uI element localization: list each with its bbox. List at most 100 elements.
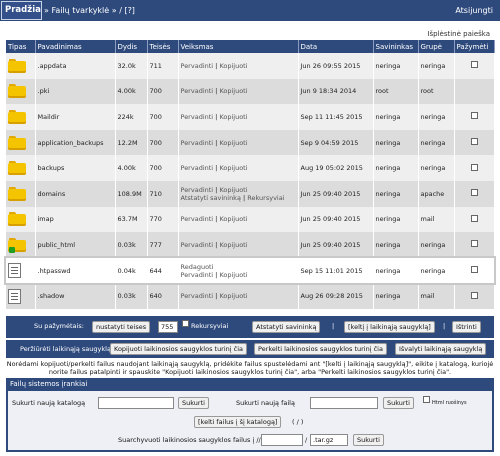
action-link[interactable]: Pervadinti xyxy=(181,113,214,121)
file-name-link[interactable]: public_html xyxy=(35,232,116,258)
action-link[interactable]: Kopijuoti xyxy=(219,271,247,279)
move-clipboard-here-button[interactable]: Perkelti laikinosios saugyklos turinį či… xyxy=(254,343,387,355)
breadcrumb-file-manager[interactable]: Failų tvarkyklė xyxy=(51,6,109,15)
action-link[interactable]: Kopijuoti xyxy=(219,113,247,121)
folder-icon[interactable] xyxy=(8,58,26,73)
recursive-checkbox[interactable] xyxy=(182,320,189,327)
file-name-link[interactable]: application_backups xyxy=(35,129,116,156)
archive-extension-select[interactable]: .tar.gz xyxy=(310,434,348,446)
reset-owner-button[interactable]: Atstatyti savininką xyxy=(252,321,321,333)
action-link[interactable]: Pervadinti xyxy=(181,215,214,223)
folder-icon[interactable] xyxy=(8,212,26,227)
folder-icon[interactable] xyxy=(8,186,26,201)
file-permissions[interactable]: 770 xyxy=(147,206,179,233)
folder-icon[interactable] xyxy=(8,84,26,99)
action-link[interactable]: Kopijuoti xyxy=(219,215,247,223)
select-checkbox[interactable] xyxy=(470,266,478,274)
table-row[interactable]: .pki 4.00k 700 Pervadinti | Kopijuoti Jun 9 … xyxy=(6,78,495,105)
file-icon[interactable] xyxy=(8,263,21,279)
table-row[interactable]: .shadow 0.03k 640 Pervadinti | Kopijuoti Aug… xyxy=(6,283,495,309)
folder-link-icon[interactable] xyxy=(8,237,26,253)
action-link[interactable]: Kopijuoti xyxy=(219,62,247,70)
create-file-button[interactable]: Sukurti xyxy=(383,397,414,409)
table-row[interactable]: Maildir 224k 700 Pervadinti | Kopijuoti Sep … xyxy=(6,104,495,130)
col-header-owner[interactable]: Savininkas xyxy=(373,40,419,53)
file-name-link[interactable]: .htpasswd xyxy=(35,257,116,284)
upload-files-button[interactable]: [kelti failus į šį katalogą] xyxy=(194,416,282,428)
select-checkbox[interactable] xyxy=(470,61,478,69)
table-row[interactable]: .htpasswd 0.04k 644 Redaguoti Pervadinti | K… xyxy=(4,255,496,286)
action-link[interactable]: Pervadinti xyxy=(181,139,214,147)
action-link[interactable]: Pervadinti xyxy=(181,271,214,279)
add-to-clipboard-button[interactable]: [keltį į laikinąją saugyklą] xyxy=(344,321,435,333)
file-name-link[interactable]: .appdata xyxy=(35,53,116,79)
clear-clipboard-button[interactable]: Išvalyti laikinąją saugyklą xyxy=(395,343,487,355)
archive-name-input[interactable] xyxy=(261,434,303,446)
folder-icon[interactable] xyxy=(8,161,26,176)
col-header-group[interactable]: Grupė xyxy=(418,40,455,53)
file-name-link[interactable]: domains xyxy=(35,180,116,207)
set-permissions-button[interactable]: nustatyti teises xyxy=(92,321,151,333)
file-permissions[interactable]: 700 xyxy=(147,78,179,105)
action-link[interactable]: Kopijuoti xyxy=(219,241,247,249)
action-link[interactable]: Atstatyti savininką xyxy=(181,194,241,202)
home-link[interactable]: Pradžia xyxy=(1,1,42,20)
table-row[interactable]: backups 4.00k 700 Pervadinti | Kopijuoti Aug… xyxy=(6,155,495,181)
select-checkbox[interactable] xyxy=(470,240,478,248)
create-directory-button[interactable]: Sukurti xyxy=(178,397,209,409)
action-link[interactable]: Kopijuoti xyxy=(219,164,247,172)
action-link[interactable]: Pervadinti xyxy=(181,87,214,95)
file-name-link[interactable]: .shadow xyxy=(35,283,116,309)
action-link[interactable]: Redaguoti xyxy=(181,263,214,271)
file-permissions[interactable]: 700 xyxy=(147,129,179,156)
col-header-perm[interactable]: Teisės xyxy=(147,40,179,53)
create-archive-button[interactable]: Sukurti xyxy=(353,434,384,446)
file-icon[interactable] xyxy=(8,288,21,304)
action-link[interactable]: Kopijuoti xyxy=(219,87,247,95)
select-checkbox[interactable] xyxy=(470,138,478,146)
folder-icon[interactable] xyxy=(8,109,26,124)
table-row[interactable]: imap 63.7M 770 Pervadinti | Kopijuoti Jun 25… xyxy=(6,206,495,233)
select-checkbox[interactable] xyxy=(470,214,478,222)
col-header-date[interactable]: Data xyxy=(298,40,374,53)
col-header-type[interactable]: Tipas xyxy=(6,40,36,53)
col-header-name[interactable]: Pavadinimas xyxy=(35,40,116,53)
action-link[interactable]: Pervadinti xyxy=(181,62,214,70)
logout-link[interactable]: Atsijungti xyxy=(455,0,493,21)
col-header-size[interactable]: Dydis xyxy=(115,40,148,53)
copy-clipboard-here-button[interactable]: Kopijuoti laikinosios saugyklos turinį č… xyxy=(110,343,248,355)
html-template-checkbox[interactable] xyxy=(423,396,430,403)
advanced-search-link[interactable]: Išplėstinė paieška xyxy=(427,30,490,38)
file-permissions[interactable]: 777 xyxy=(147,232,179,258)
action-link[interactable]: Rekursyviai xyxy=(247,194,284,202)
file-name-link[interactable]: Maildir xyxy=(35,104,116,130)
action-link[interactable]: Pervadinti xyxy=(181,292,214,300)
file-name-link[interactable]: imap xyxy=(35,206,116,233)
action-link[interactable]: Kopijuoti xyxy=(219,186,247,194)
file-permissions[interactable]: 711 xyxy=(147,53,179,79)
action-link[interactable]: Pervadinti xyxy=(181,186,214,194)
table-row[interactable]: application_backups 12.2M 700 Pervadinti | … xyxy=(6,129,495,156)
file-permissions[interactable]: 644 xyxy=(147,257,179,284)
new-directory-input[interactable] xyxy=(98,397,174,409)
breadcrumb-path[interactable]: / [?] xyxy=(119,6,135,15)
view-clipboard-link[interactable]: Peržiūrėti laikinąją saugyklą xyxy=(20,345,111,353)
file-permissions[interactable]: 700 xyxy=(147,104,179,130)
delete-button[interactable]: Ištrinti xyxy=(452,321,481,333)
action-link[interactable]: Kopijuoti xyxy=(219,139,247,147)
action-link[interactable]: Pervadinti xyxy=(181,241,214,249)
table-row[interactable]: domains 108.9M 710 Pervadinti | Kopijuoti At… xyxy=(6,180,495,207)
select-checkbox[interactable] xyxy=(470,112,478,120)
select-checkbox[interactable] xyxy=(470,189,478,197)
table-row[interactable]: public_html 0.03k 777 Pervadinti | Kopijuot… xyxy=(6,232,495,258)
select-checkbox[interactable] xyxy=(470,163,478,171)
file-permissions[interactable]: 710 xyxy=(147,180,179,207)
permissions-input[interactable]: 755 xyxy=(158,321,178,333)
file-permissions[interactable]: 700 xyxy=(147,155,179,181)
file-name-link[interactable]: .pki xyxy=(35,78,116,105)
file-name-link[interactable]: backups xyxy=(35,155,116,181)
select-checkbox[interactable] xyxy=(470,291,478,299)
action-link[interactable]: Pervadinti xyxy=(181,164,214,172)
action-link[interactable]: Kopijuoti xyxy=(219,292,247,300)
table-row[interactable]: .appdata 32.0k 711 Pervadinti | Kopijuoti Ju… xyxy=(6,53,495,79)
